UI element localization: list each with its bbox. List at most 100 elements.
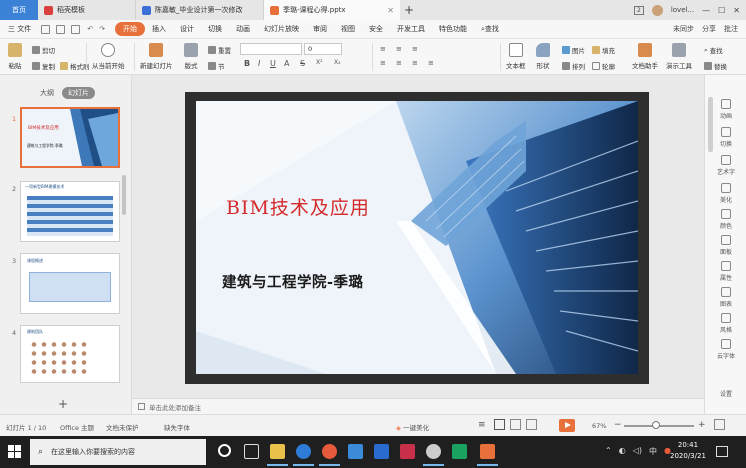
fill-button[interactable]: 填充 — [592, 45, 615, 55]
task-view-icon[interactable] — [244, 444, 259, 459]
slide-thumbnail-4[interactable]: 建筑团队 — [20, 325, 120, 383]
notes-toggle-icon[interactable]: ≡ — [478, 420, 486, 430]
tab-home[interactable]: 首页 — [0, 0, 38, 20]
outline-button[interactable]: 轮廓 — [592, 61, 615, 71]
panel-properties[interactable]: 属性 — [705, 261, 746, 282]
tab-thesis-doc[interactable]: 陈嘉敏_毕业设计第一次修改 — [136, 0, 264, 20]
play-from-current-button[interactable]: 从当前开始 — [92, 43, 125, 70]
find-button[interactable]: ⌕ 查找 — [704, 45, 723, 56]
strikethrough-icon[interactable]: S — [300, 59, 305, 68]
panel-animation[interactable]: 动画 — [705, 99, 746, 120]
layout-button[interactable]: 版式 — [184, 43, 198, 70]
user-name[interactable]: lovel... — [671, 6, 694, 14]
zoom-out-icon[interactable]: − — [614, 420, 622, 430]
tray-volume-icon[interactable]: ◐ — [619, 446, 626, 457]
slide-sorter-icon[interactable] — [510, 419, 521, 430]
new-tab-button[interactable]: + — [400, 3, 418, 17]
menu-animation[interactable]: 动画 — [229, 24, 257, 34]
current-slide[interactable]: BIM技术及应用 建筑与工程学院-季璐 — [196, 101, 638, 374]
copy-button[interactable]: 复制 — [32, 61, 55, 71]
section-button[interactable]: 节 — [208, 61, 225, 71]
panel-color[interactable]: 颜色 — [705, 209, 746, 230]
print-icon[interactable] — [56, 24, 66, 34]
italic-icon[interactable]: I — [258, 59, 260, 68]
align-left-icon[interactable]: ≡ — [380, 59, 386, 67]
textbox-button[interactable]: 文本框 — [506, 43, 526, 70]
undo-icon[interactable]: ↶ — [87, 25, 93, 33]
theme-name[interactable]: Office 主题 — [60, 422, 94, 432]
media-player-icon[interactable] — [423, 444, 444, 466]
menu-design[interactable]: 设计 — [173, 24, 201, 34]
beautify-button[interactable]: ◈ 一键美化 — [396, 422, 429, 432]
menu-review[interactable]: 审阅 — [306, 24, 334, 34]
menu-insert[interactable]: 插入 — [145, 24, 173, 34]
tab-outline[interactable]: 大纲 — [40, 88, 54, 98]
mail-icon[interactable] — [348, 444, 363, 459]
share-button[interactable]: 分享 — [702, 24, 716, 34]
menu-developer[interactable]: 开发工具 — [390, 24, 432, 34]
picture-button[interactable]: 图片 — [562, 45, 585, 55]
underline-icon[interactable]: U — [270, 59, 276, 68]
menu-features[interactable]: 特色功能 — [432, 24, 474, 34]
bold-icon[interactable]: B — [244, 59, 250, 68]
font-size-select[interactable]: 0 — [304, 43, 342, 55]
avatar[interactable] — [651, 4, 663, 16]
panel-transition[interactable]: 切换 — [705, 127, 746, 148]
missing-font-warning[interactable]: 缺失字体 — [164, 422, 190, 432]
slide-subtitle[interactable]: 建筑与工程学院-季璐 — [222, 271, 364, 292]
tray-speaker-icon[interactable]: ◁) — [633, 446, 642, 457]
ime-indicator[interactable]: 中 — [649, 446, 657, 457]
slide-title[interactable]: BIM技术及应用 — [226, 193, 370, 220]
panel-chart[interactable]: 图表 — [705, 287, 746, 308]
fit-window-icon[interactable] — [714, 419, 725, 430]
menu-security[interactable]: 安全 — [362, 24, 390, 34]
superscript-icon[interactable]: X² — [316, 59, 323, 66]
shape-button[interactable]: 形状 — [536, 43, 550, 70]
windows-start-icon[interactable] — [8, 445, 22, 459]
menu-search[interactable]: ⌕查找 — [474, 24, 506, 34]
minimize-icon[interactable]: — — [702, 6, 710, 15]
reset-button[interactable]: 重置 — [208, 45, 231, 55]
comments-button[interactable]: 批注 — [724, 24, 738, 34]
panel-style[interactable]: 风格 — [705, 313, 746, 334]
preview-icon[interactable] — [71, 24, 81, 34]
paste-button[interactable]: 粘贴 — [8, 43, 22, 70]
panel-beautify[interactable]: 美化 — [705, 183, 746, 204]
menu-slideshow[interactable]: 幻灯片放映 — [257, 24, 306, 34]
notes-pane[interactable]: 单击此处添加备注 — [132, 398, 704, 414]
tab-docer-templates[interactable]: 稻壳模板 — [38, 0, 136, 20]
reading-view-icon[interactable] — [526, 419, 537, 430]
add-slide-button[interactable]: + — [58, 397, 68, 411]
slide-thumbnail-1[interactable]: BIM技术及应用 建筑与工程学院-季璐 — [20, 107, 120, 168]
store-icon[interactable] — [374, 444, 389, 459]
sync-status[interactable]: 未同步 — [673, 24, 694, 34]
save-icon[interactable] — [41, 24, 51, 34]
panel-cloud-font[interactable]: 云字体 — [705, 339, 746, 360]
zoom-level[interactable]: 67% — [592, 422, 606, 430]
app-icon[interactable] — [452, 444, 467, 459]
cortana-icon[interactable] — [218, 444, 231, 457]
slide-thumbnail-3[interactable]: 课程概述 — [20, 253, 120, 314]
doc-assistant-button[interactable]: 文档助手 — [632, 43, 658, 70]
taskbar-clock[interactable]: 20:41 2020/3/21 — [670, 440, 706, 462]
presentation-tools-button[interactable]: 演示工具 — [666, 43, 692, 70]
justify-icon[interactable]: ≡ — [428, 59, 434, 67]
redo-icon[interactable]: ↷ — [99, 25, 105, 33]
normal-view-icon[interactable] — [494, 419, 505, 430]
bullet-list-icon[interactable]: ≡ — [380, 45, 386, 53]
new-slide-button[interactable]: 新建幻灯片 — [140, 43, 173, 70]
browser-icon[interactable] — [319, 444, 340, 466]
panel-panel[interactable]: 面板 — [705, 235, 746, 256]
close-tab-icon[interactable]: ✕ — [387, 6, 394, 15]
wps-icon[interactable] — [400, 444, 415, 459]
cut-button[interactable]: 剪切 — [32, 45, 55, 55]
wps-presentation-icon[interactable] — [477, 444, 498, 466]
close-window-icon[interactable]: ✕ — [733, 6, 740, 15]
tab-presentation[interactable]: 季璐-课程心得.pptx ✕ — [264, 0, 400, 20]
tab-slides[interactable]: 幻灯片 — [62, 87, 95, 99]
panel-wordart[interactable]: 艺术字 — [705, 155, 746, 176]
play-slideshow-button[interactable] — [559, 419, 575, 432]
align-center-icon[interactable]: ≡ — [396, 59, 402, 67]
page-count-badge[interactable]: 2 — [634, 5, 644, 15]
edge-icon[interactable] — [293, 444, 314, 466]
